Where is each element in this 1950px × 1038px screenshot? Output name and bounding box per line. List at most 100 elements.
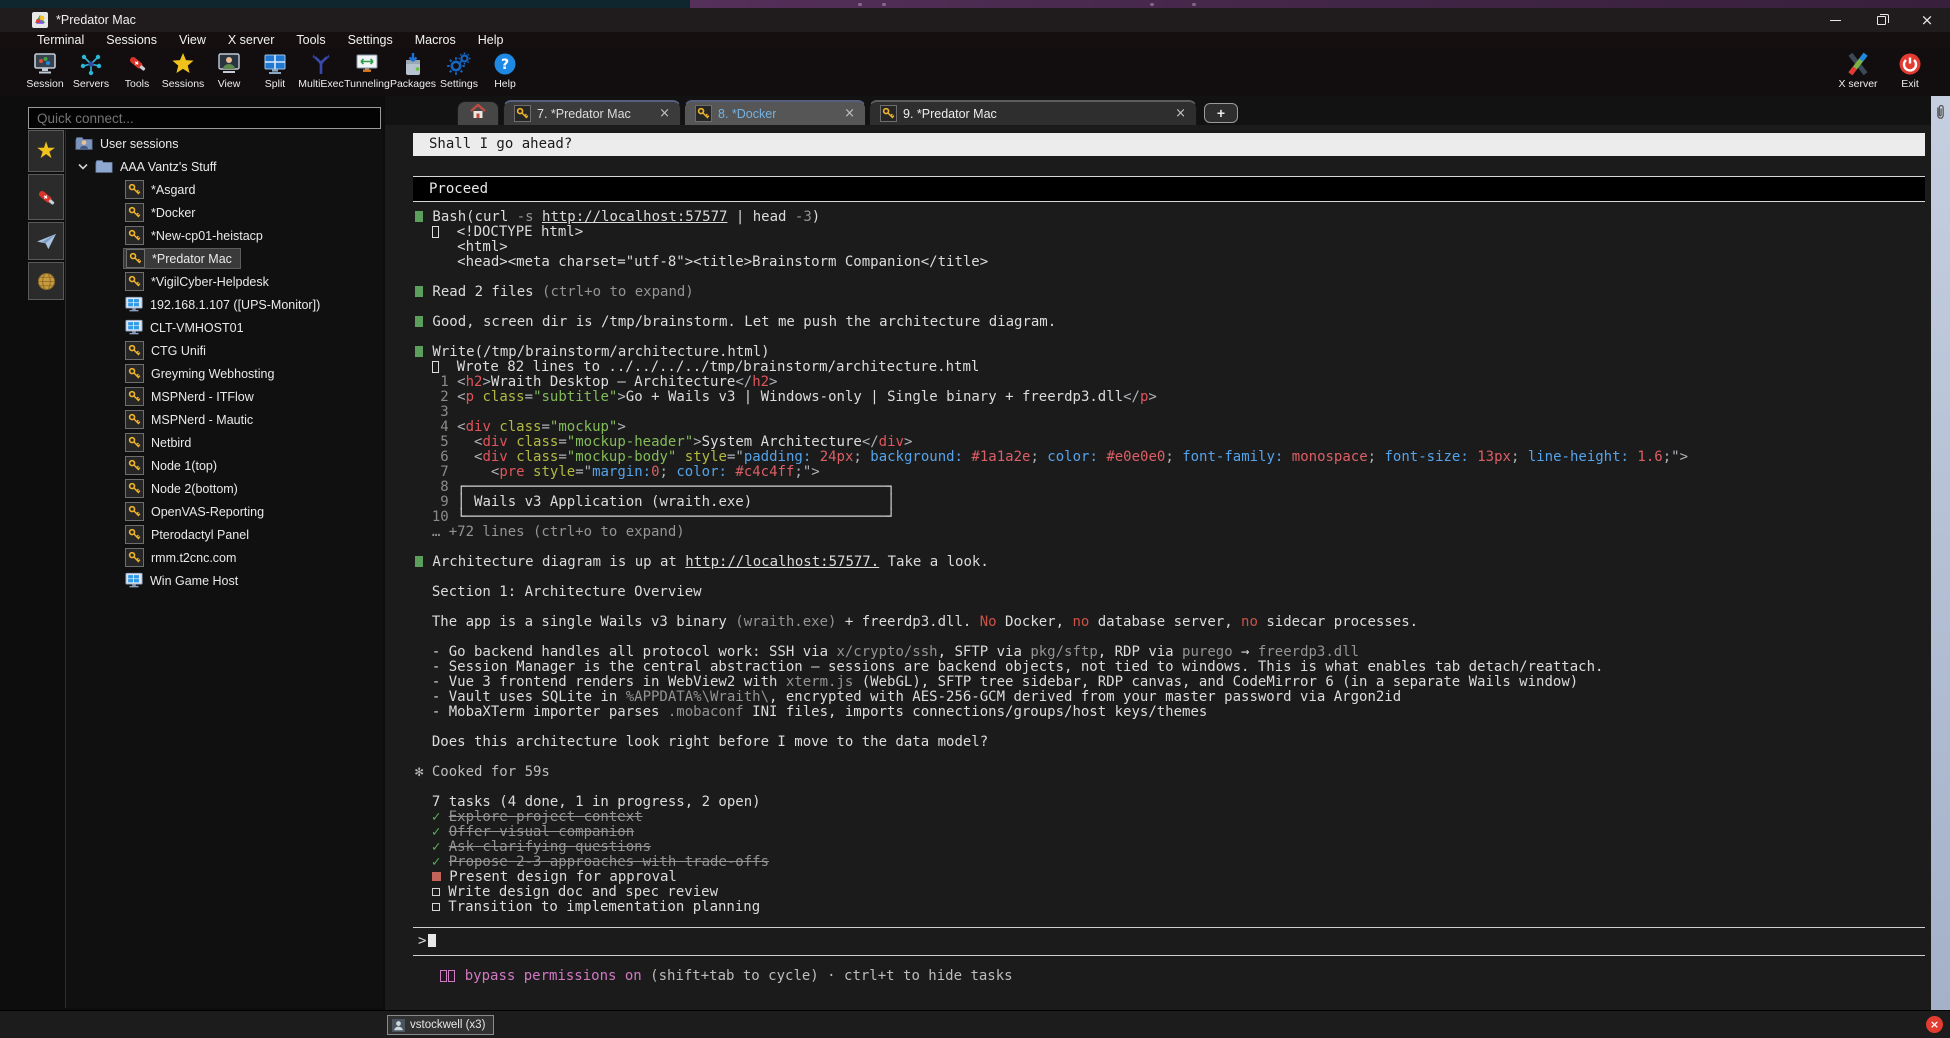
menu-sessions[interactable]: Sessions — [95, 33, 168, 47]
terminal-line: ✓ Ask clarifying questions — [385, 840, 1931, 855]
tab-8-docker[interactable]: 8. *Docker × — [684, 100, 866, 125]
terminal-line: 1 <h2>Wraith Desktop — Architecture</h2> — [385, 375, 1931, 390]
terminal-line: Architecture diagram is up at http://loc… — [385, 555, 1931, 570]
terminal-line: <head><meta charset="utf-8"><title>Brain… — [385, 255, 1931, 270]
tab-9-predator-mac[interactable]: 9. *Predator Mac× — [869, 100, 1197, 125]
toolbar-help-button[interactable]: ?Help — [482, 48, 528, 96]
close-icon[interactable]: × — [1167, 106, 1186, 121]
terminal-line: 5 <div class="mockup-header">System Arch… — [385, 435, 1931, 450]
user-session-button[interactable]: vstockwell (x3) — [387, 1015, 494, 1035]
tree-item-192-168-1-107-ups-monitor[interactable]: 192.168.1.107 ([UPS-Monitor]) — [66, 293, 383, 316]
tree-item-asgard[interactable]: *Asgard — [66, 178, 383, 201]
menu-terminal[interactable]: Terminal — [26, 33, 95, 47]
toolbar-label: Help — [494, 78, 516, 90]
prompt-chevron: > — [418, 933, 426, 949]
toolbar-exit-button[interactable]: Exit — [1884, 48, 1936, 96]
terminal-line: - Vue 3 frontend renders in WebView2 wit… — [385, 675, 1931, 690]
toolbar-packages-button[interactable]: Packages — [390, 48, 436, 96]
tree-item-label: *Docker — [151, 206, 195, 220]
rail-tools-button[interactable] — [28, 174, 64, 220]
tree-item-new-cp01-heistacp[interactable]: *New-cp01-heistacp — [66, 224, 383, 247]
tunnel-icon — [355, 52, 379, 76]
attachments-strip[interactable] — [1931, 96, 1950, 1010]
toolbar-settings-button[interactable]: Settings — [436, 48, 482, 96]
tree-item-vigilcyber-helpdesk[interactable]: *VigilCyber-Helpdesk — [66, 270, 383, 293]
terminal-line: Bash(curl -s http://localhost:57577 | he… — [385, 210, 1931, 225]
tab-label: 8. *Docker — [718, 107, 776, 121]
tree-item-ctg-unifi[interactable]: CTG Unifi — [66, 339, 383, 362]
proceed-option[interactable]: Proceed — [413, 176, 1925, 202]
toolbar-sessions-button[interactable]: Sessions — [160, 48, 206, 96]
tree-item-openvas-reporting[interactable]: OpenVAS-Reporting — [66, 500, 383, 523]
tree-item-node-1-top[interactable]: Node 1(top) — [66, 454, 383, 477]
close-button[interactable]: × — [1904, 8, 1950, 32]
tree-item-clt-vmhost01[interactable]: CLT-VMHOST01 — [66, 316, 383, 339]
toolbar-tunneling-button[interactable]: Tunneling — [344, 48, 390, 96]
menu-settings[interactable]: Settings — [337, 33, 404, 47]
toolbar-tools-button[interactable]: Tools — [114, 48, 160, 96]
task-open-icon — [432, 888, 440, 896]
chevron-down-icon[interactable] — [75, 163, 91, 170]
new-tab-button[interactable]: + — [1204, 103, 1238, 123]
minimize-button[interactable] — [1812, 8, 1858, 32]
tree-item-docker[interactable]: *Docker — [66, 201, 383, 224]
key-icon — [125, 364, 144, 383]
tree-item-netbird[interactable]: Netbird — [66, 431, 383, 454]
tree-item-win-game-host[interactable]: Win Game Host — [66, 569, 383, 592]
toolbar-label: X server — [1838, 78, 1877, 90]
tree-item-mspnerd-mautic[interactable]: MSPNerd - Mautic — [66, 408, 383, 431]
menu-view[interactable]: View — [168, 33, 217, 47]
tree-item-pterodactyl-panel[interactable]: Pterodactyl Panel — [66, 523, 383, 546]
bullet-dot-icon — [415, 286, 423, 297]
toolbar: Session ServersToolsSessions View SplitMult… — [0, 48, 1950, 96]
quick-connect-input[interactable] — [28, 107, 381, 129]
rail-send-button[interactable] — [28, 222, 64, 260]
bottom-statusbar: vstockwell (x3) × — [0, 1010, 1950, 1038]
close-icon[interactable]: × — [836, 106, 855, 121]
bullet-dot-icon — [415, 211, 423, 222]
tree-item-label: User sessions — [100, 137, 179, 151]
key-icon — [125, 548, 144, 567]
terminal-line: Present design for approval — [385, 870, 1931, 885]
background-dot — [858, 3, 862, 6]
terminal-line: Good, screen dir is /tmp/brainstorm. Let… — [385, 315, 1931, 330]
menu-macros[interactable]: Macros — [404, 33, 467, 47]
tree-item-mspnerd-itflow[interactable]: MSPNerd - ITFlow — [66, 385, 383, 408]
rail-web-button[interactable] — [28, 262, 64, 300]
menu-help[interactable]: Help — [467, 33, 515, 47]
prompt-input[interactable]: > — [413, 927, 1925, 956]
close-icon[interactable]: × — [651, 106, 670, 121]
tree-item-user-sessions[interactable]: User sessions — [66, 132, 383, 155]
toolbar-multiexec-button[interactable]: MultiExec — [298, 48, 344, 96]
terminal-line — [385, 750, 1931, 765]
red-close-icon[interactable]: × — [1926, 1016, 1943, 1033]
home-icon — [470, 104, 486, 124]
rdp-monitor-icon — [125, 296, 143, 313]
tree-item-label: Greyming Webhosting — [151, 367, 274, 381]
toolbar-split-button[interactable]: Split — [252, 48, 298, 96]
menu-x-server[interactable]: X server — [217, 33, 286, 47]
menu-tools[interactable]: Tools — [285, 33, 336, 47]
toolbar-label: Session — [26, 78, 63, 90]
background-window-titlebar — [690, 0, 1950, 8]
key-icon — [695, 105, 712, 122]
tab-7-predator-mac[interactable]: 7. *Predator Mac× — [503, 100, 681, 125]
rail-favorites-button[interactable]: ★ — [28, 130, 64, 172]
tab-home[interactable] — [457, 101, 499, 125]
toolbar-view-button[interactable]: View — [206, 48, 252, 96]
toolbar-servers-button[interactable]: Servers — [68, 48, 114, 96]
menubar: TerminalSessionsViewX serverToolsSetting… — [0, 32, 1950, 48]
tree-item-aaa-vantz-s-stuff[interactable]: AAA Vantz's Stuff — [66, 155, 383, 178]
maximize-button[interactable] — [1858, 8, 1904, 32]
terminal-pane[interactable]: Shall I go ahead?Proceed Bash(curl -s ht… — [385, 125, 1931, 1010]
tree-item-label: CLT-VMHOST01 — [150, 321, 244, 335]
tree-item-rmm-t2cnc-com[interactable]: rmm.t2cnc.com — [66, 546, 383, 569]
tree-item-label: *VigilCyber-Helpdesk — [151, 275, 269, 289]
toolbar-label: View — [218, 78, 241, 90]
toolbar-x-server-button[interactable]: X server — [1832, 48, 1884, 96]
tree-item-node-2-bottom[interactable]: Node 2(bottom) — [66, 477, 383, 500]
key-icon — [125, 226, 144, 245]
toolbar-session-button[interactable]: Session — [22, 48, 68, 96]
tree-item-predator-mac[interactable]: *Predator Mac — [66, 247, 383, 270]
tree-item-greyming-webhosting[interactable]: Greyming Webhosting — [66, 362, 383, 385]
